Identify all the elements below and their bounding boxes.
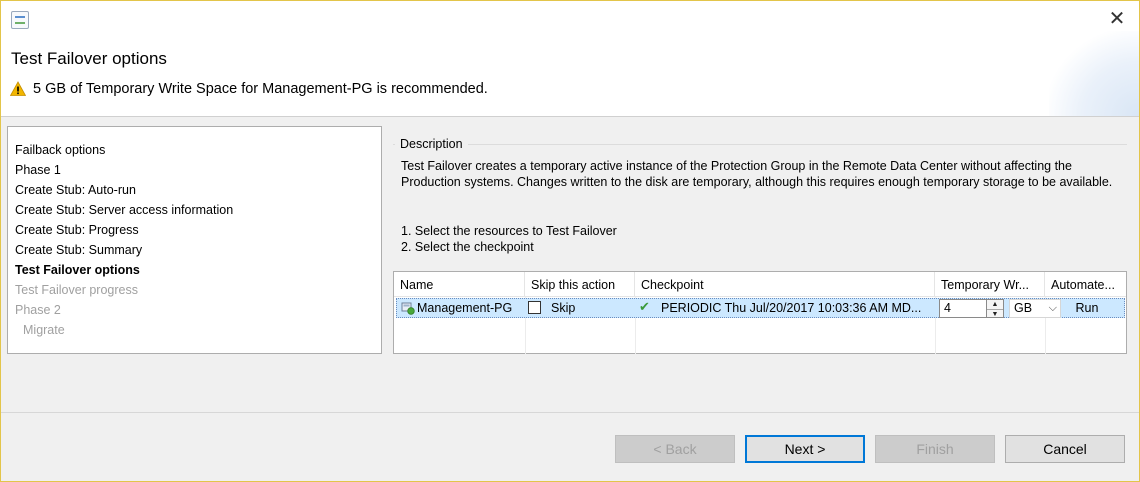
step-create-stub-server-access: Create Stub: Server access information bbox=[15, 203, 234, 217]
spin-up-icon[interactable]: ▲ bbox=[987, 300, 1003, 309]
row-name: Management-PG bbox=[417, 301, 513, 315]
column-header-skip[interactable]: Skip this action bbox=[525, 272, 635, 297]
back-button-label: < Back bbox=[653, 441, 697, 457]
instruction-step-1: 1. Select the resources to Test Failover bbox=[401, 224, 617, 238]
next-button[interactable]: Next > bbox=[745, 435, 865, 463]
step-phase-2: Phase 2 bbox=[15, 303, 61, 317]
dialog-header: ✕ Test Failover options 5 GB of Temporar… bbox=[1, 1, 1139, 116]
header-divider bbox=[1, 116, 1139, 117]
table-row[interactable]: Management-PG Skip ✔ PERIODIC Thu Jul/20… bbox=[396, 298, 1125, 318]
cancel-button[interactable]: Cancel bbox=[1005, 435, 1125, 463]
warning-text: 5 GB of Temporary Write Space for Manage… bbox=[33, 81, 488, 97]
back-button[interactable]: < Back bbox=[615, 435, 735, 463]
next-button-label: Next > bbox=[784, 441, 826, 457]
warning-message: 5 GB of Temporary Write Space for Manage… bbox=[10, 81, 488, 97]
page-title: Test Failover options bbox=[11, 49, 167, 68]
step-test-failover-options: Test Failover options bbox=[15, 263, 140, 277]
step-test-failover-progress: Test Failover progress bbox=[15, 283, 138, 297]
skip-label: Skip bbox=[551, 301, 576, 315]
description-group: Description Test Failover creates a temp… bbox=[393, 137, 1127, 260]
warning-icon bbox=[10, 81, 26, 96]
table-header: Name Skip this action Checkpoint Tempora… bbox=[394, 272, 1126, 297]
checkpoint-value[interactable]: PERIODIC Thu Jul/20/2017 10:03:36 AM MD.… bbox=[661, 299, 921, 317]
wizard-steps-panel: Failback options Phase 1 Create Stub: Au… bbox=[7, 126, 382, 354]
column-header-automate[interactable]: Automate... bbox=[1045, 272, 1127, 297]
dialog-window: ✕ Test Failover options 5 GB of Temporar… bbox=[0, 0, 1140, 482]
column-header-name[interactable]: Name bbox=[394, 272, 525, 297]
footer-divider bbox=[1, 412, 1139, 413]
spin-down-icon[interactable]: ▼ bbox=[987, 309, 1003, 318]
column-header-temp-write[interactable]: Temporary Wr... bbox=[935, 272, 1045, 297]
description-text: Test Failover creates a temporary active… bbox=[401, 159, 1113, 189]
unit-value: GB bbox=[1014, 301, 1033, 315]
temp-write-stepper[interactable]: ▲ ▼ bbox=[986, 299, 1004, 318]
step-migrate: Migrate bbox=[23, 323, 65, 337]
app-icon bbox=[11, 11, 29, 29]
protection-group-icon bbox=[401, 302, 415, 315]
description-legend: Description bbox=[395, 137, 468, 151]
step-create-stub-summary: Create Stub: Summary bbox=[15, 243, 143, 257]
header-decoration bbox=[1049, 31, 1139, 116]
checkmark-icon: ✔ bbox=[639, 299, 650, 314]
resources-table: Name Skip this action Checkpoint Tempora… bbox=[393, 271, 1127, 354]
instruction-step-2: 2. Select the checkpoint bbox=[401, 240, 534, 254]
column-header-checkpoint[interactable]: Checkpoint bbox=[635, 272, 935, 297]
cancel-button-label: Cancel bbox=[1043, 441, 1087, 457]
description-instructions: 1. Select the resources to Test Failover… bbox=[401, 223, 617, 255]
step-create-stub-progress: Create Stub: Progress bbox=[15, 223, 139, 237]
skip-checkbox[interactable] bbox=[528, 301, 541, 314]
finish-button-label: Finish bbox=[916, 441, 954, 457]
close-button[interactable]: ✕ bbox=[1105, 7, 1129, 31]
step-phase-1: Phase 1 bbox=[15, 163, 61, 177]
automate-run-cell[interactable]: Run bbox=[1052, 299, 1122, 317]
temp-write-input[interactable]: 4 bbox=[939, 299, 987, 318]
finish-button[interactable]: Finish bbox=[875, 435, 995, 463]
step-create-stub-auto-run: Create Stub: Auto-run bbox=[15, 183, 136, 197]
step-failback-options: Failback options bbox=[15, 143, 106, 157]
